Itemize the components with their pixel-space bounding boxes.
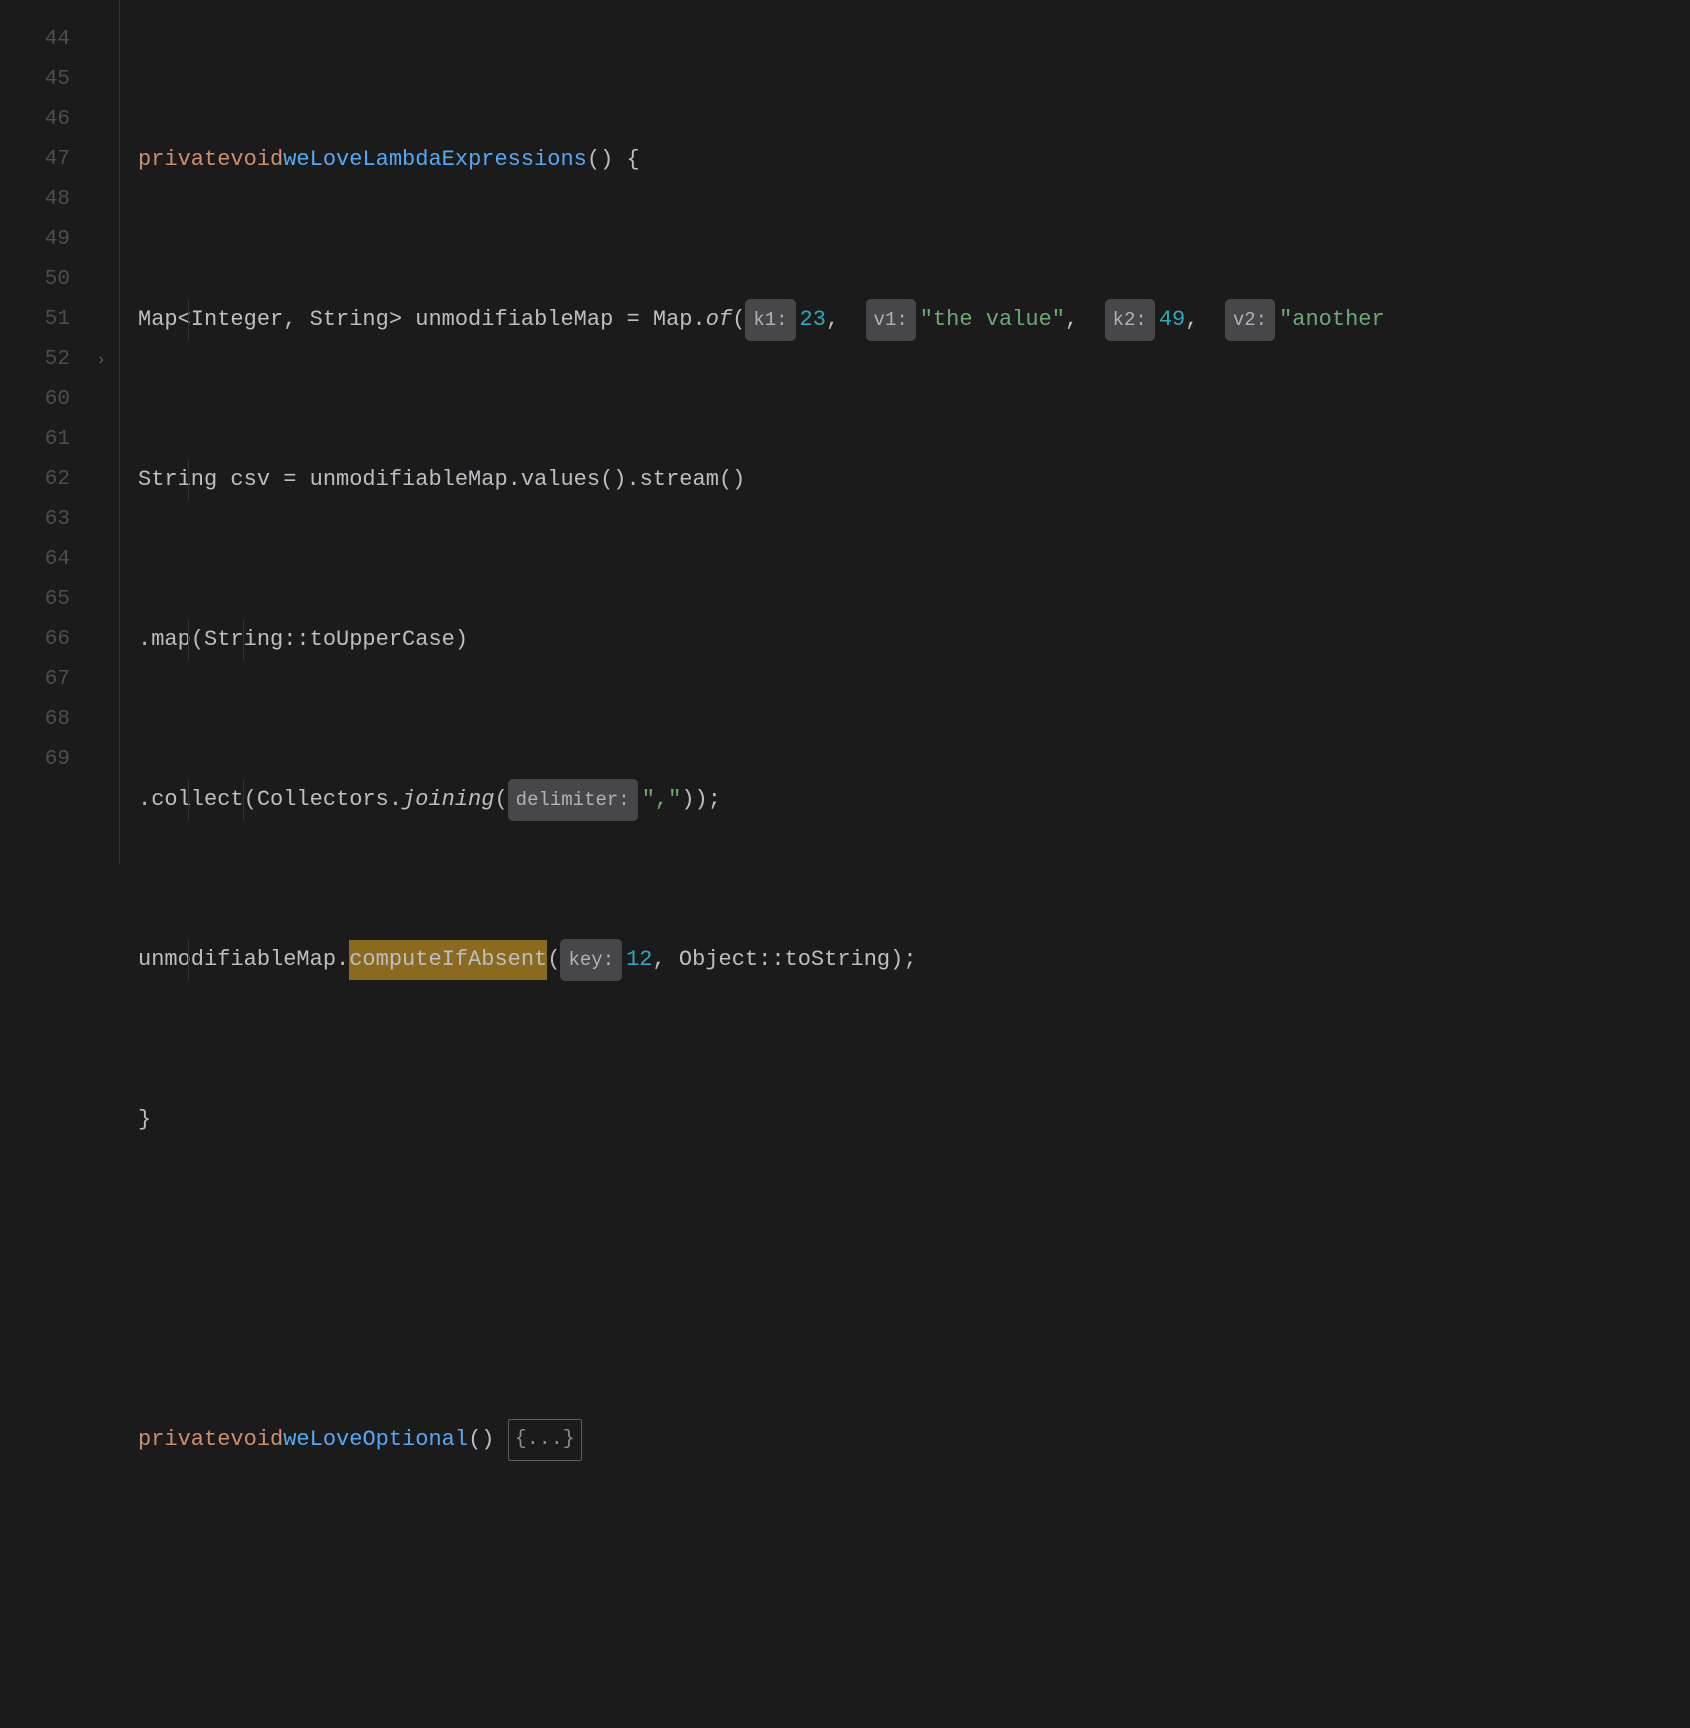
string: "another	[1279, 300, 1385, 340]
punct: ,	[1185, 300, 1225, 340]
code-text: Map<Integer, String> unmodifiableMap = M…	[138, 300, 706, 340]
param-hint: k2:	[1105, 299, 1155, 341]
punct: ,	[826, 300, 866, 340]
line-number[interactable]: 66	[0, 620, 120, 660]
code-editor[interactable]: 44 45 46 47 48 49 50 51 52› 60 61 62 63 …	[0, 0, 1690, 864]
line-number[interactable]: 52›	[0, 340, 120, 380]
line-number[interactable]: 60	[0, 380, 120, 420]
punct: ,	[1065, 300, 1105, 340]
punct: }	[138, 1100, 151, 1140]
number: 49	[1159, 300, 1185, 340]
punct: ));	[681, 780, 721, 820]
line-number[interactable]: 64	[0, 540, 120, 580]
line-number[interactable]: 50	[0, 260, 120, 300]
code-line[interactable]: String csv = unmodifiableMap.values().st…	[138, 460, 1690, 500]
line-number[interactable]: 68	[0, 700, 120, 740]
param-hint: v2:	[1225, 299, 1275, 341]
line-number[interactable]: 48	[0, 180, 120, 220]
line-number[interactable]: 67	[0, 660, 120, 700]
line-number[interactable]: 61	[0, 420, 120, 460]
param-hint: key:	[560, 939, 622, 981]
punct: (	[547, 940, 560, 980]
folded-region[interactable]: {...}	[508, 1419, 582, 1461]
string: "the value"	[920, 300, 1065, 340]
line-number[interactable]: 45	[0, 60, 120, 100]
punct: (	[494, 780, 507, 820]
method-name: weLoveLambdaExpressions	[283, 140, 587, 180]
line-number[interactable]: 46	[0, 100, 120, 140]
static-call: joining	[402, 780, 494, 820]
code-line[interactable]: .map(String::toUpperCase)	[138, 620, 1690, 660]
punct: (	[732, 300, 745, 340]
line-number[interactable]: 63	[0, 500, 120, 540]
code-text: unmodifiableMap.	[138, 940, 349, 980]
punct: () {	[587, 140, 640, 180]
line-number[interactable]: 47	[0, 140, 120, 180]
code-line[interactable]	[138, 1580, 1690, 1620]
line-number[interactable]: 51	[0, 300, 120, 340]
code-text: , Object::toString);	[653, 940, 917, 980]
line-number[interactable]: 65	[0, 580, 120, 620]
line-number[interactable]: 62	[0, 460, 120, 500]
method-name: weLoveOptional	[283, 1420, 468, 1460]
number: 12	[626, 940, 652, 980]
param-hint: k1:	[745, 299, 795, 341]
static-call: of	[706, 300, 732, 340]
string: ","	[642, 780, 682, 820]
param-hint: delimiter:	[508, 779, 638, 821]
code-line[interactable]: private void weLoveOptional() {...}	[138, 1420, 1690, 1460]
code-area[interactable]: private void weLoveLambdaExpressions() {…	[120, 0, 1690, 864]
keyword: void	[230, 1420, 283, 1460]
keyword: private	[138, 140, 230, 180]
chevron-right-icon[interactable]: ›	[96, 340, 106, 380]
code-line[interactable]: Map<Integer, String> unmodifiableMap = M…	[138, 300, 1690, 340]
code-line[interactable]: unmodifiableMap.computeIfAbsent(key:12, …	[138, 940, 1690, 980]
keyword: void	[230, 140, 283, 180]
code-text: String csv = unmodifiableMap.values().st…	[138, 460, 745, 500]
code-line[interactable]: }	[138, 1100, 1690, 1140]
param-hint: v1:	[866, 299, 916, 341]
keyword: private	[138, 1420, 230, 1460]
warning-highlight: computeIfAbsent	[349, 940, 547, 980]
line-number[interactable]: 44	[0, 20, 120, 60]
code-line[interactable]	[138, 1260, 1690, 1300]
code-text: .collect(Collectors.	[138, 780, 402, 820]
punct: ()	[468, 1420, 508, 1460]
number: 23	[800, 300, 826, 340]
line-number[interactable]: 49	[0, 220, 120, 260]
code-line[interactable]: private void weLoveLambdaExpressions() {	[138, 140, 1690, 180]
line-number[interactable]: 69	[0, 740, 120, 780]
code-line[interactable]: .collect(Collectors.joining(delimiter:",…	[138, 780, 1690, 820]
gutter: 44 45 46 47 48 49 50 51 52› 60 61 62 63 …	[0, 0, 120, 864]
